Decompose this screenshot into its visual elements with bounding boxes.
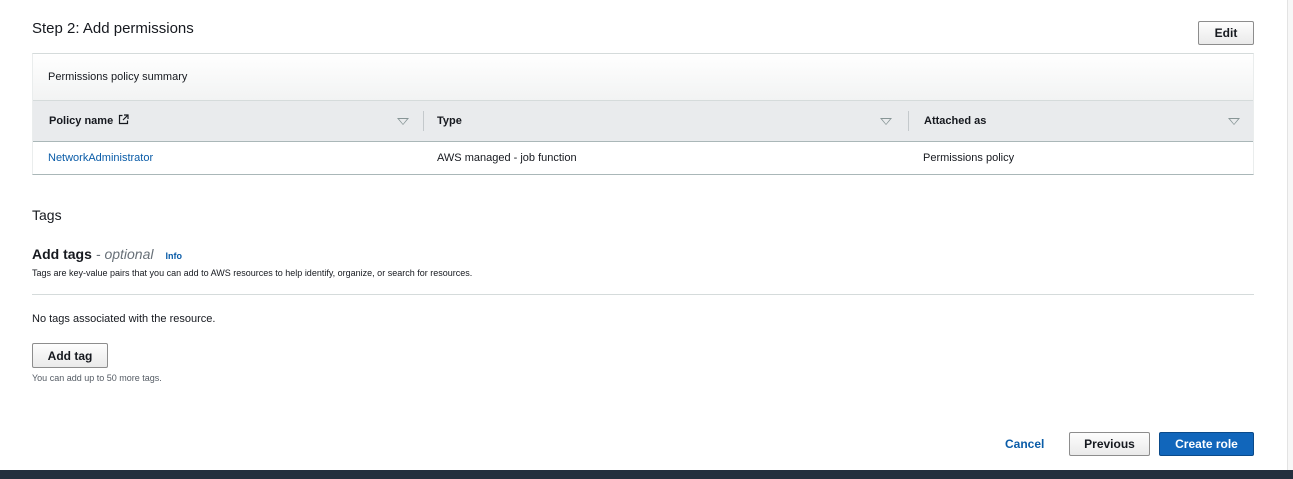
footer-bar — [0, 470, 1293, 479]
tags-limit-hint: You can add up to 50 more tags. — [32, 373, 162, 383]
attached-as-cell: Permissions policy — [923, 152, 1015, 164]
divider — [32, 294, 1254, 295]
scrollbar-track[interactable] — [1287, 0, 1293, 470]
policy-name-link[interactable]: NetworkAdministrator — [48, 152, 153, 164]
tags-section-title: Tags — [32, 207, 62, 223]
sort-caret-icon[interactable] — [397, 118, 409, 125]
sort-caret-icon[interactable] — [880, 118, 892, 125]
tags-description: Tags are key-value pairs that you can ad… — [32, 268, 473, 278]
permissions-summary-label: Permissions policy summary — [48, 71, 188, 83]
create-role-button[interactable]: Create role — [1159, 432, 1254, 456]
policy-name-header-label: Policy name — [49, 115, 114, 127]
type-header-label: Type — [437, 115, 462, 127]
add-tags-heading: Add tags - optional Info — [32, 246, 182, 262]
table-header: Policy name Type Attached as — [33, 101, 1253, 142]
table-row: NetworkAdministrator AWS managed - job f… — [33, 142, 1253, 174]
permissions-panel: Permissions policy summary Policy name T… — [32, 53, 1254, 175]
type-cell: AWS managed - job function — [437, 152, 577, 164]
info-link[interactable]: Info — [165, 251, 182, 261]
no-tags-message: No tags associated with the resource. — [32, 313, 216, 325]
column-header-type[interactable]: Type — [423, 101, 908, 141]
column-divider — [423, 111, 424, 131]
step-title: Step 2: Add permissions — [32, 20, 194, 37]
optional-label: - optional — [95, 246, 154, 262]
add-tags-title: Add tags — [32, 246, 92, 262]
previous-button[interactable]: Previous — [1069, 432, 1150, 456]
column-header-attached-as[interactable]: Attached as — [908, 101, 1253, 141]
column-header-policy-name[interactable]: Policy name — [33, 101, 423, 141]
column-divider — [908, 111, 909, 131]
external-link-icon — [118, 114, 129, 128]
cancel-button[interactable]: Cancel — [1005, 437, 1044, 451]
edit-button[interactable]: Edit — [1198, 21, 1254, 45]
sort-caret-icon[interactable] — [1228, 118, 1240, 125]
attached-as-header-label: Attached as — [924, 115, 987, 127]
add-tag-button[interactable]: Add tag — [32, 343, 108, 368]
permissions-summary-header: Permissions policy summary — [33, 54, 1253, 101]
policy-name-cell: NetworkAdministrator — [33, 152, 423, 164]
